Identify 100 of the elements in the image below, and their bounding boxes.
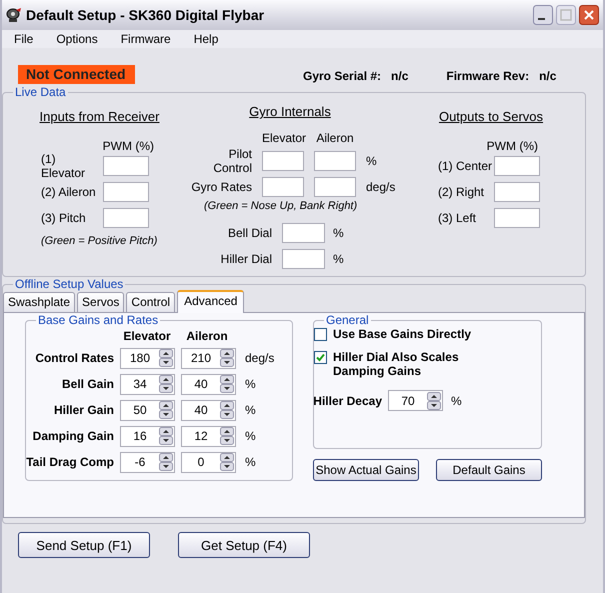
app-icon	[6, 8, 22, 22]
input-field[interactable]	[314, 177, 356, 197]
spin-buttons-icon[interactable]	[220, 427, 234, 445]
field-label: Control Rates	[34, 351, 114, 365]
column-header: PWM (%)	[102, 139, 154, 153]
menu-item[interactable]: Help	[194, 32, 218, 46]
input-field[interactable]	[282, 249, 325, 269]
field-label: Bell Gain	[60, 377, 114, 391]
checkbox[interactable]	[314, 351, 327, 364]
number-field[interactable]: -6	[120, 452, 175, 472]
panel-button[interactable]: Default Gains	[436, 459, 542, 481]
menu-item[interactable]: Firmware	[120, 32, 171, 46]
field-label: Pilot Control	[212, 147, 252, 175]
field-label: (3) Left	[437, 211, 478, 225]
tab[interactable]: Advanced	[177, 290, 244, 313]
input-field[interactable]	[494, 208, 540, 228]
input-field[interactable]	[262, 151, 304, 171]
setup-button[interactable]: Send Setup (F1)	[18, 532, 150, 558]
checkbox-label: Hiller Dial Also Scales Damping Gains	[333, 350, 460, 378]
unit-label: %	[451, 394, 462, 408]
menu-item[interactable]: File	[14, 32, 34, 46]
number-field[interactable]: 70	[388, 390, 443, 411]
unit-label: deg/s	[366, 180, 396, 194]
connection-status: Not Connected	[18, 64, 135, 84]
minimize-icon[interactable]	[533, 5, 553, 25]
spin-buttons-icon[interactable]	[159, 349, 173, 367]
number-field[interactable]: 50	[120, 400, 175, 420]
checkbox[interactable]	[314, 328, 327, 341]
group-title: Live Data	[14, 85, 67, 99]
input-field[interactable]	[494, 156, 540, 176]
unit-label: %	[245, 403, 256, 417]
unit-label: %	[245, 455, 256, 469]
number-field[interactable]: 12	[181, 426, 236, 446]
spin-buttons-icon[interactable]	[220, 375, 234, 393]
group-title: Base Gains and Rates	[37, 313, 160, 327]
number-field[interactable]: 16	[120, 426, 175, 446]
column-header: Aileron	[185, 329, 229, 343]
number-field[interactable]: 210	[181, 348, 236, 368]
field-label: (2) Right	[437, 185, 486, 199]
tab[interactable]: Servos	[77, 292, 124, 312]
spin-buttons-icon[interactable]	[159, 453, 173, 471]
checkbox-label: Use Base Gains Directly	[333, 327, 472, 341]
menu-item[interactable]: Options	[56, 32, 98, 46]
field-label: (3) Pitch	[40, 211, 87, 225]
number-field[interactable]: 180	[120, 348, 175, 368]
unit-label: %	[245, 429, 256, 443]
tab[interactable]: Control	[126, 292, 176, 312]
spin-buttons-icon[interactable]	[220, 349, 234, 367]
spin-buttons-icon[interactable]	[220, 453, 234, 471]
number-field[interactable]: 0	[181, 452, 236, 472]
field-label: (1) Elevator	[40, 152, 86, 180]
note-text: (Green = Positive Pitch)	[40, 235, 158, 247]
input-field[interactable]	[494, 182, 540, 202]
number-field[interactable]: 34	[120, 374, 175, 394]
input-field[interactable]	[314, 151, 356, 171]
field-label: Hiller Decay	[312, 394, 382, 408]
close-icon[interactable]	[579, 5, 599, 25]
column-header: PWM (%)	[486, 139, 538, 153]
serial-value: n/c	[391, 69, 408, 83]
column-header: Aileron	[315, 131, 355, 145]
field-label: Tail Drag Comp	[26, 455, 114, 469]
unit-label: %	[366, 154, 377, 168]
group-title: General	[325, 313, 370, 327]
field-label: Gyro Rates	[190, 180, 252, 194]
unit-label: %	[245, 377, 256, 391]
firmware-value: n/c	[539, 69, 556, 83]
field-label: Damping Gain	[32, 429, 114, 443]
note-text: (Green = Nose Up, Bank Right)	[203, 200, 358, 214]
input-field[interactable]	[282, 223, 325, 243]
input-field[interactable]	[103, 208, 149, 228]
group-title: Offline Setup Values	[14, 277, 124, 291]
section-heading: Inputs from Receiver	[38, 109, 160, 126]
window-title: Default Setup - SK360 Digital Flybar	[26, 7, 266, 23]
column-header: Elevator	[122, 329, 172, 343]
spin-buttons-icon[interactable]	[159, 375, 173, 393]
field-label: Hiller Gain	[52, 403, 114, 417]
unit-label: %	[333, 226, 344, 240]
input-field[interactable]	[103, 156, 149, 176]
spin-buttons-icon[interactable]	[159, 427, 173, 445]
number-field[interactable]: 40	[181, 400, 236, 420]
field-label: (1) Center	[437, 159, 494, 173]
unit-label: %	[333, 252, 344, 266]
field-label: (2) Aileron	[40, 185, 97, 199]
serial-label: Gyro Serial #:	[303, 69, 382, 83]
firmware-label: Firmware Rev:	[446, 69, 530, 83]
panel-button[interactable]: Show Actual Gains	[313, 459, 419, 481]
section-heading: Outputs to Servos	[438, 109, 544, 126]
tab[interactable]: Swashplate	[3, 292, 76, 312]
spin-buttons-icon[interactable]	[159, 401, 173, 419]
spin-buttons-icon[interactable]	[220, 401, 234, 419]
field-label: Hiller Dial	[220, 252, 272, 266]
input-field[interactable]	[103, 182, 149, 202]
unit-label: deg/s	[245, 351, 274, 365]
setup-button[interactable]: Get Setup (F4)	[178, 532, 310, 558]
section-heading: Gyro Internals	[248, 104, 332, 121]
number-field[interactable]: 40	[181, 374, 236, 394]
column-header: Elevator	[262, 131, 304, 145]
spin-buttons-icon[interactable]	[427, 392, 441, 410]
field-label: Bell Dial	[226, 226, 272, 240]
input-field[interactable]	[262, 177, 304, 197]
